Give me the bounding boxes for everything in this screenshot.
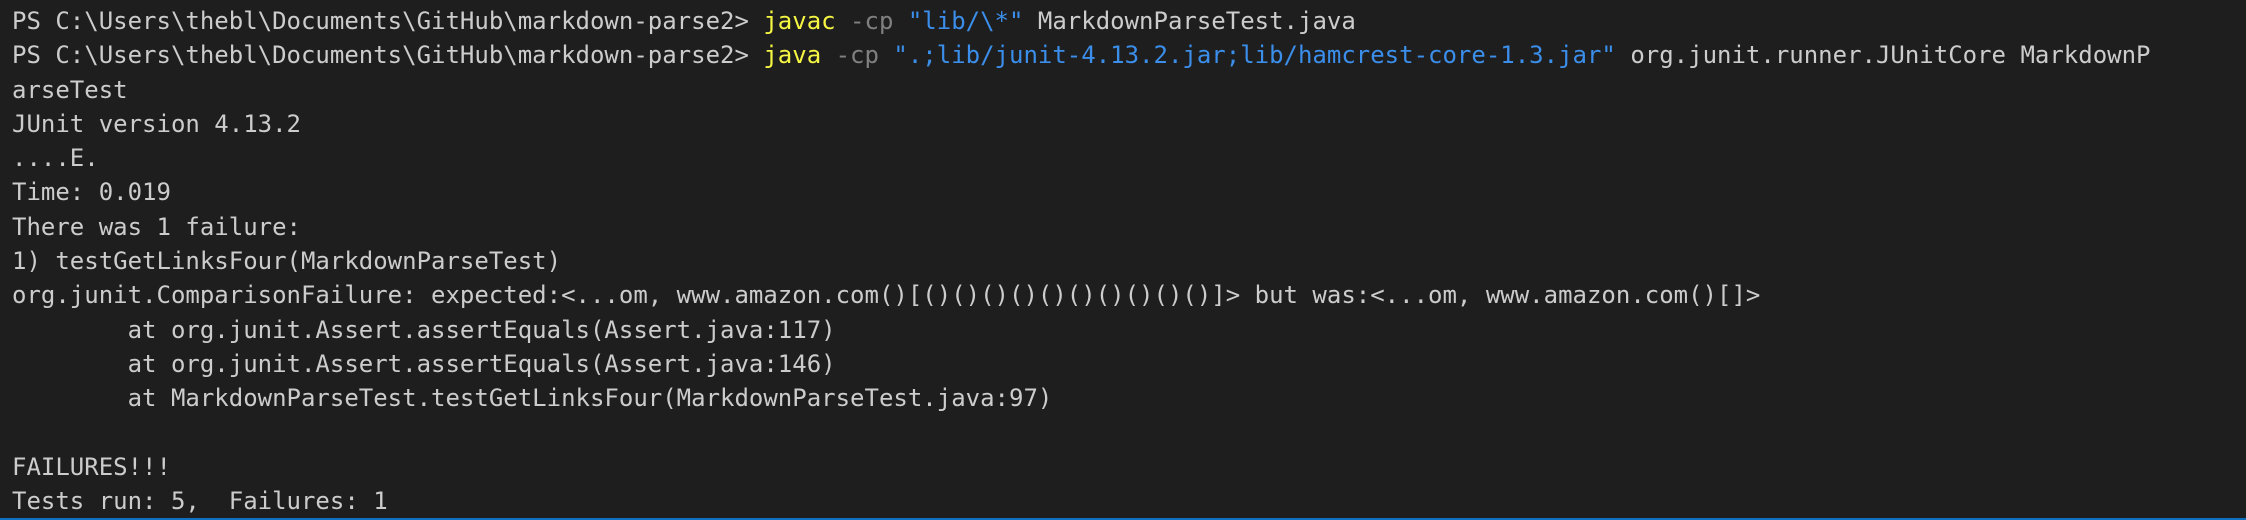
- test-time-line: Time: 0.019: [12, 178, 171, 207]
- terminal-output[interactable]: PS C:\Users\thebl\Documents\GitHub\markd…: [0, 0, 2246, 520]
- failures-banner-line: FAILURES!!!: [12, 452, 171, 481]
- stack-trace-line: at MarkdownParseTest.testGetLinksFour(Ma…: [12, 384, 1053, 413]
- command-name: java: [763, 41, 822, 70]
- command-flag: -cp: [835, 7, 908, 35]
- stack-trace-line: at org.junit.Assert.assertEquals(Assert.…: [12, 315, 836, 344]
- shell-prompt: PS C:\Users\thebl\Documents\GitHub\markd…: [12, 41, 764, 70]
- failure-count-line: There was 1 failure:: [12, 212, 301, 241]
- command-arguments: org.junit.runner.JUnitCore MarkdownP: [1615, 41, 2151, 70]
- command-string-argument: ".;lib/junit-4.13.2.jar;lib/hamcrest-cor…: [893, 41, 1616, 70]
- failed-test-name-line: 1) testGetLinksFour(MarkdownParseTest): [12, 247, 562, 276]
- output-line: arseTest: [12, 75, 128, 104]
- test-progress-line: ....E.: [12, 144, 99, 173]
- shell-prompt: PS C:\Users\thebl\Documents\GitHub\markd…: [12, 7, 764, 35]
- command-name: javac: [763, 7, 836, 35]
- command-flag: -cp: [821, 41, 894, 70]
- command-line-javac: PS C:\Users\thebl\Documents\GitHub\markd…: [12, 4, 2246, 38]
- command-string-argument: "lib/\*": [907, 7, 1024, 35]
- command-arguments: MarkdownParseTest.java: [1023, 7, 1356, 35]
- stack-trace-line: at org.junit.Assert.assertEquals(Assert.…: [12, 349, 836, 378]
- command-line-java: PS C:\Users\thebl\Documents\GitHub\markd…: [12, 38, 2246, 72]
- test-summary-line: Tests run: 5, Failures: 1: [12, 487, 388, 516]
- junit-version-line: JUnit version 4.13.2: [12, 109, 301, 138]
- comparison-failure-line: org.junit.ComparisonFailure: expected:<.…: [12, 281, 1761, 310]
